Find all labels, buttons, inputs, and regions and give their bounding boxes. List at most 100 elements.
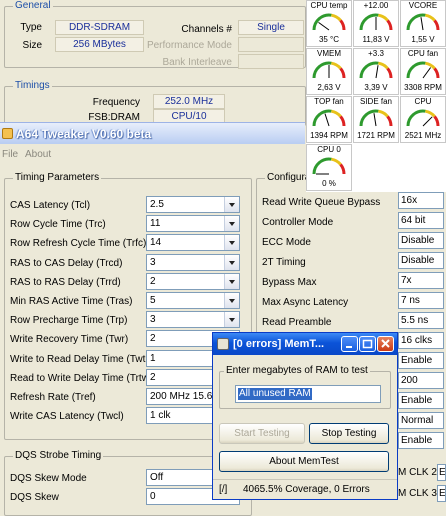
menu-about[interactable]: About [25, 149, 51, 160]
timing-label: Row Refresh Cycle Time (Trfc) [10, 238, 147, 250]
channels-value: Single [238, 20, 304, 35]
mclk2-label: M CLK 2 [398, 467, 437, 478]
dropdown-arrow-icon[interactable] [224, 197, 239, 212]
dropdown-arrow-icon[interactable] [224, 235, 239, 251]
timing-value: 200 MHz 15.6u [150, 391, 218, 402]
timing-label: Write Recovery Time (Twr) [10, 334, 129, 346]
frequency-value: 252.0 MHz [153, 94, 225, 109]
gauge-widget: +3.3 3,39 V [353, 48, 399, 94]
maximize-button[interactable] [359, 336, 376, 352]
config-value[interactable]: 16 clks [398, 332, 444, 349]
timing-label: CAS Latency (Tcl) [10, 200, 91, 211]
dqs-skew-mode-label: DQS Skew Mode [10, 473, 87, 484]
gauge-widget: SIDE fan 1721 RPM [353, 96, 399, 142]
config-value[interactable]: 64 bit [398, 212, 444, 229]
tweaker-title-bar[interactable]: A64 Tweaker V0.60 beta [0, 122, 305, 144]
timing-select[interactable]: 3 [146, 253, 240, 271]
timing-select[interactable]: 11 [146, 215, 240, 233]
config-value[interactable]: Disable [398, 252, 444, 269]
config-value[interactable]: 16x [398, 192, 444, 209]
timing-label: RAS to CAS Delay (Trcd) [10, 257, 123, 269]
mclk3-label: M CLK 3 [398, 488, 437, 499]
config-value[interactable]: 5.5 ns [398, 312, 444, 329]
memtest-status-bar: [/] 4065.5% Coverage, 0 Errors [213, 479, 397, 499]
config-label: 2T Timing [262, 257, 306, 268]
timings-legend: Timings [13, 80, 52, 91]
about-memtest-button[interactable]: About MemTest [219, 451, 389, 472]
channels-label: Channels # [181, 24, 232, 35]
type-value: DDR-SDRAM [55, 20, 144, 35]
config-value[interactable]: 7 ns [398, 292, 444, 309]
dqs-skew-label: DQS Skew [10, 492, 59, 503]
timing-select[interactable]: 5 [146, 292, 240, 309]
gauge-value: 3308 RPM [404, 83, 442, 92]
gauge-title: VMEM [317, 49, 341, 58]
dropdown-arrow-icon[interactable] [224, 293, 239, 308]
gauge-widget: VCORE 1,55 V [400, 0, 446, 46]
ram-input[interactable]: All unused RAM [235, 385, 381, 403]
timing-value: 1 clk [150, 410, 171, 422]
start-testing-button[interactable]: Start Testing [219, 423, 305, 444]
timing-select[interactable]: 2.5 [146, 196, 240, 213]
sensor-gadget-panel: CPU temp 35 °C +12.00 11,83 V VCORE 1,55 V VME… [306, 0, 446, 192]
config-value[interactable]: Enable [398, 352, 444, 369]
gauge-value: 3,39 V [364, 83, 388, 92]
timing-value: 2.5 [150, 199, 164, 210]
ram-input-value: All unused RAM [238, 388, 312, 400]
minimize-icon [346, 346, 352, 348]
type-label: Type [20, 22, 42, 33]
config-label: ECC Mode [262, 237, 311, 248]
gauge-value: 2521 MHz [404, 131, 442, 140]
app-icon [2, 128, 13, 139]
gauge-title: CPU fan [407, 49, 439, 58]
config-value[interactable]: 200 [398, 372, 444, 389]
memtest-title-bar[interactable]: [0 errors] MemT... [213, 333, 397, 355]
gauge-widget: CPU temp 35 °C [306, 0, 352, 46]
dqs-skew-value: 0 [150, 491, 156, 502]
config-label: Bypass Max [262, 277, 317, 288]
gauge-widget: +12.00 11,83 V [353, 0, 399, 46]
gauge-title: CPU 0 [317, 145, 341, 154]
bank-interleave-value [238, 54, 304, 69]
stop-testing-button[interactable]: Stop Testing [309, 423, 389, 444]
timing-label: Min RAS Active Time (Tras) [10, 296, 133, 307]
timing-select[interactable]: 3 [146, 311, 240, 329]
timing-value: 2 [150, 371, 156, 383]
mclk2-value[interactable]: E [437, 464, 446, 481]
gauge-value: 35 °C [318, 35, 340, 44]
timing-label: Read to Write Delay Time (Trtw) [10, 372, 153, 384]
gauge-title: +3.3 [368, 49, 384, 58]
timing-label: Row Cycle Time (Trc) [10, 219, 106, 231]
timing-value: 14 [150, 237, 162, 249]
config-value[interactable]: Normal [398, 412, 444, 429]
mclk3-value[interactable]: E [437, 485, 446, 502]
gauge-title: VCORE [408, 1, 438, 10]
close-icon [381, 339, 390, 348]
gauge-widget: CPU 2521 MHz [400, 96, 446, 142]
timing-label: Write to Read Delay Time (Twtr) [10, 353, 153, 365]
config-value[interactable]: Disable [398, 232, 444, 249]
timing-select[interactable]: 14 [146, 234, 240, 252]
memtest-window: [0 errors] MemT... Enter megabytes of RA… [212, 332, 398, 500]
maximize-icon [362, 339, 373, 349]
timing-select[interactable]: 2 [146, 272, 240, 290]
size-label: Size [22, 40, 42, 51]
config-value[interactable]: Enable [398, 432, 444, 449]
config-label: Controller Mode [262, 217, 334, 228]
dropdown-arrow-icon[interactable] [224, 312, 239, 328]
minimize-button[interactable] [341, 336, 358, 352]
dropdown-arrow-icon[interactable] [224, 273, 239, 289]
close-button[interactable] [377, 336, 394, 352]
config-value[interactable]: 7x [398, 272, 444, 289]
memtest-app-icon [217, 338, 229, 350]
config-value[interactable]: Enable [398, 392, 444, 409]
dropdown-arrow-icon[interactable] [224, 254, 239, 270]
memtest-title: [0 errors] MemT... [233, 338, 325, 350]
timing-label: Row Precharge Time (Trp) [10, 315, 128, 327]
perf-mode-label: Performance Mode [146, 40, 232, 51]
timing-value: 2 [150, 275, 156, 287]
dqs-skew-mode-value: Off [150, 472, 164, 483]
menu-file[interactable]: File [2, 149, 18, 160]
dropdown-arrow-icon[interactable] [224, 216, 239, 232]
size-value: 256 MBytes [55, 37, 144, 52]
